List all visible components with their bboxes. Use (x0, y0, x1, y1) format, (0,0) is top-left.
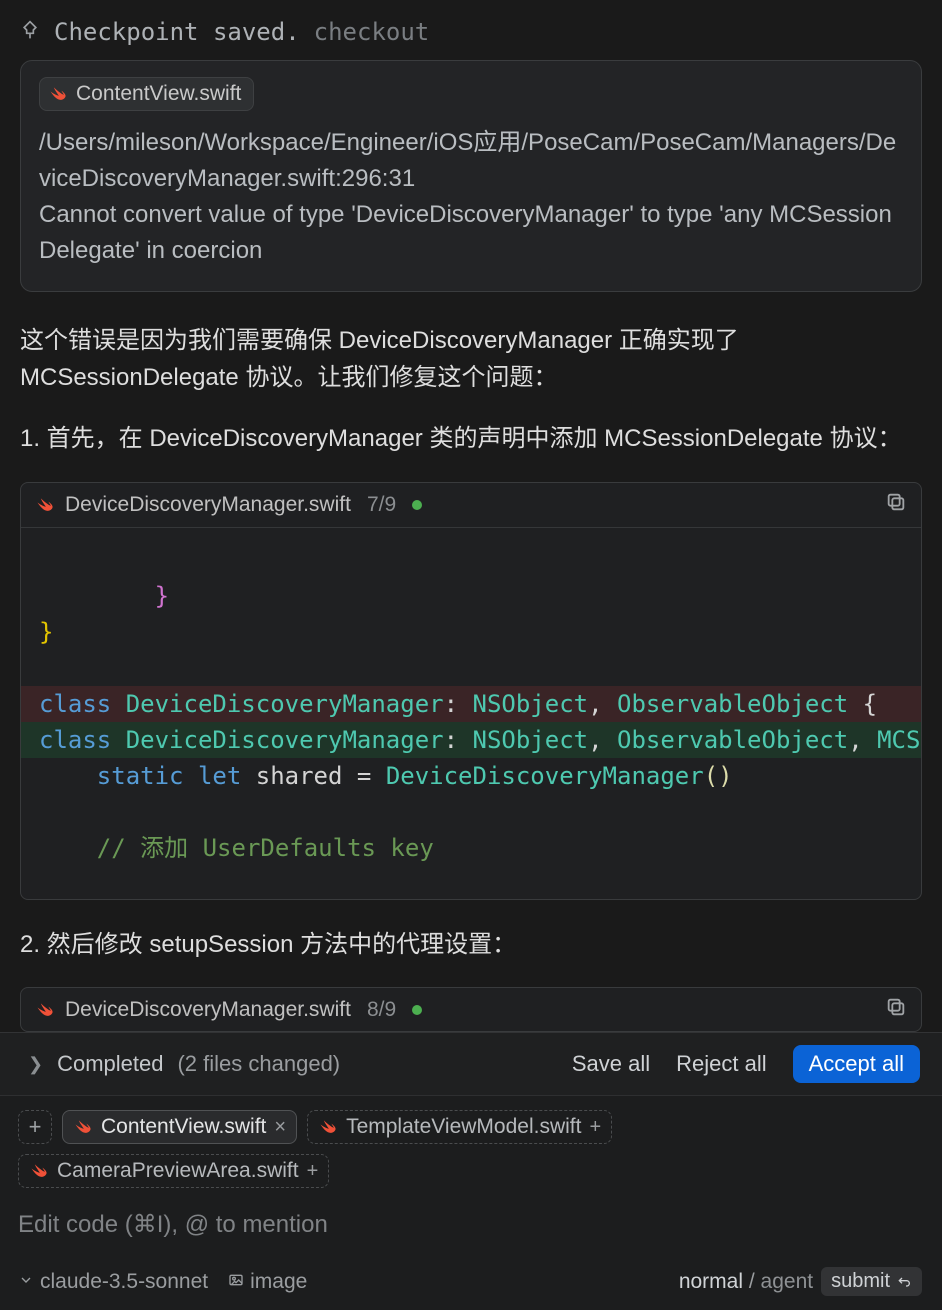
add-icon[interactable]: + (589, 1116, 601, 1139)
swift-icon (73, 1117, 93, 1137)
close-icon[interactable]: × (274, 1116, 286, 1139)
swift-icon (35, 495, 55, 515)
image-button[interactable]: image (228, 1270, 307, 1294)
swift-icon (29, 1161, 49, 1181)
code-block-1-header: DeviceDiscoveryManager.swift 7/9 (21, 483, 921, 528)
chip-filename: CameraPreviewArea.swift (57, 1159, 299, 1183)
copy-icon[interactable] (885, 491, 907, 519)
error-file-name: ContentView.swift (76, 82, 241, 106)
chip-filename: ContentView.swift (101, 1115, 266, 1139)
code-line: } (39, 618, 53, 646)
image-label: image (250, 1270, 307, 1294)
chevron-right-icon[interactable]: ❯ (28, 1054, 43, 1075)
input-area: + ContentView.swift × TemplateViewModel.… (0, 1095, 942, 1310)
chip-filename: TemplateViewModel.swift (346, 1115, 581, 1139)
swift-icon (35, 1000, 55, 1020)
context-chip[interactable]: TemplateViewModel.swift + (307, 1110, 612, 1144)
checkpoint-action-link[interactable]: checkout (314, 18, 430, 46)
submit-label: submit (831, 1270, 890, 1293)
code-block-1-counter: 7/9 (367, 493, 396, 517)
add-icon[interactable]: + (307, 1160, 319, 1183)
chevron-down-icon (18, 1270, 34, 1294)
context-chip[interactable]: CameraPreviewArea.swift + (18, 1154, 329, 1188)
step2-text: 2. 然后修改 setupSession 方法中的代理设置： (20, 926, 922, 963)
code-block-1: DeviceDiscoveryManager.swift 7/9 } } cla… (20, 482, 922, 901)
code-block-1-filename: DeviceDiscoveryManager.swift (65, 493, 351, 517)
submit-button[interactable]: submit (821, 1267, 922, 1296)
error-card: ContentView.swift /Users/mileson/Workspa… (20, 60, 922, 292)
mode-toggle[interactable]: normal / agent (679, 1270, 813, 1294)
input-footer: claude-3.5-sonnet image normal / agent s… (18, 1239, 922, 1296)
context-chips-row: + ContentView.swift × TemplateViewModel.… (18, 1110, 922, 1188)
code-block-1-body: } } class DeviceDiscoveryManager: NSObje… (21, 528, 921, 901)
context-chip-active[interactable]: ContentView.swift × (62, 1110, 297, 1144)
checkpoint-row: Checkpoint saved. checkout (20, 18, 922, 46)
reject-all-button[interactable]: Reject all (676, 1051, 766, 1077)
code-block-2-header: DeviceDiscoveryManager.swift 8/9 (21, 988, 921, 1032)
accept-all-button[interactable]: Accept all (793, 1045, 920, 1083)
return-icon (896, 1274, 912, 1290)
checkpoint-status: Checkpoint saved. (54, 18, 300, 46)
code-line: } (39, 582, 169, 610)
swift-icon (48, 84, 68, 104)
code-block-2-filename: DeviceDiscoveryManager.swift (65, 998, 351, 1022)
explanation-paragraph: 这个错误是因为我们需要确保 DeviceDiscoveryManager 正确实… (20, 322, 922, 396)
modified-dot-icon (412, 1005, 422, 1015)
completed-label: Completed (57, 1051, 163, 1077)
model-name: claude-3.5-sonnet (40, 1270, 208, 1294)
error-file-badge[interactable]: ContentView.swift (39, 77, 254, 111)
error-message: Cannot convert value of type 'DeviceDisc… (39, 197, 903, 269)
copy-icon[interactable] (885, 996, 907, 1024)
step1-text: 1. 首先，在 DeviceDiscoveryManager 类的声明中添加 M… (20, 420, 922, 457)
completed-bar: ❯ Completed (2 files changed) Save all R… (0, 1032, 942, 1095)
pin-icon (20, 18, 40, 46)
diff-added-line: class DeviceDiscoveryManager: NSObject, … (21, 722, 921, 758)
modified-dot-icon (412, 500, 422, 510)
add-context-button[interactable]: + (18, 1110, 52, 1144)
image-icon (228, 1270, 244, 1294)
diff-deleted-line: class DeviceDiscoveryManager: NSObject, … (21, 686, 921, 722)
code-block-2: DeviceDiscoveryManager.swift 8/9 (20, 987, 922, 1032)
save-all-button[interactable]: Save all (572, 1051, 650, 1077)
code-line: static let shared = DeviceDiscoveryManag… (21, 762, 751, 790)
model-selector[interactable]: claude-3.5-sonnet (18, 1270, 208, 1294)
error-path: /Users/mileson/Workspace/Engineer/iOS应用/… (39, 125, 903, 197)
code-line: // 添加 UserDefaults key (21, 834, 452, 862)
swift-icon (318, 1117, 338, 1137)
completed-detail: (2 files changed) (177, 1051, 340, 1077)
code-block-2-counter: 8/9 (367, 998, 396, 1022)
prompt-input[interactable]: Edit code (⌘I), @ to mention (18, 1210, 922, 1239)
